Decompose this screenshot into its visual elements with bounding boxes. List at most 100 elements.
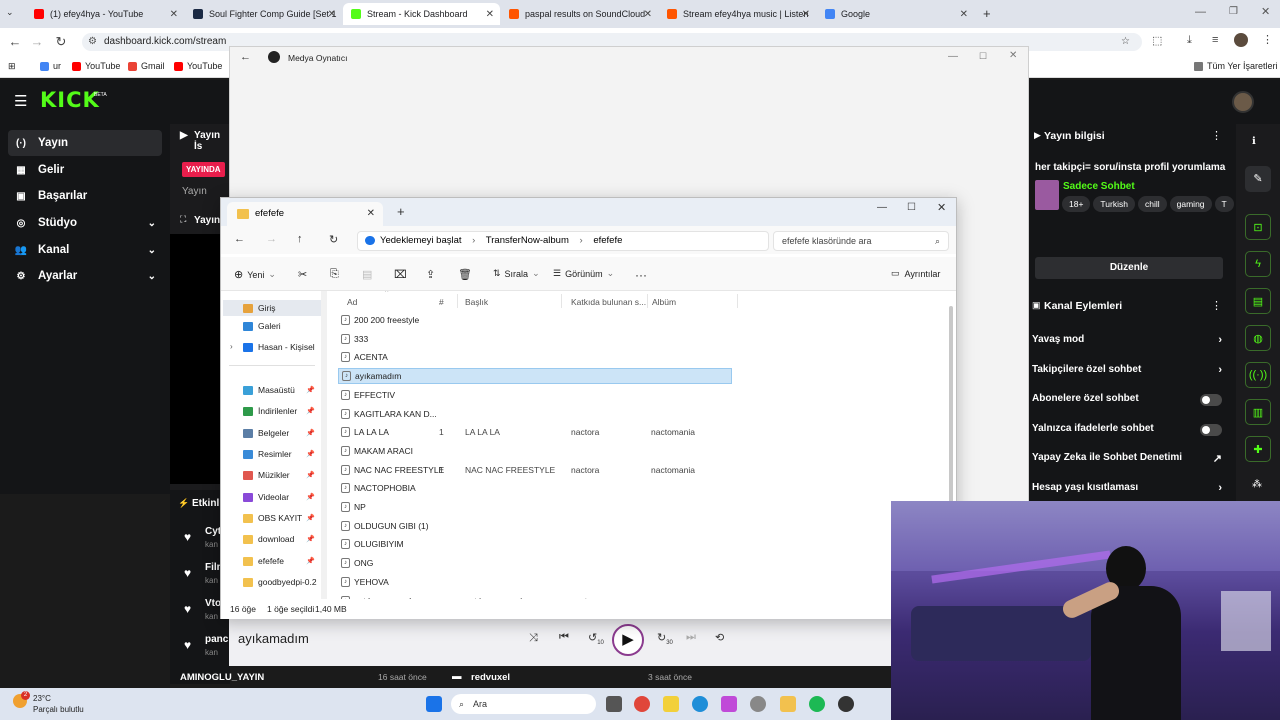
more-options-icon[interactable]: ··· [635, 268, 647, 282]
explorer-tab[interactable]: efefefe ✕ [227, 202, 383, 226]
explorer-up-icon[interactable]: ↑ [297, 233, 303, 245]
browser-tab[interactable]: Google ✕ [817, 3, 974, 25]
apps-icon[interactable]: ⊞ [8, 61, 16, 72]
breadcrumb-item[interactable]: TransferNow-album [486, 235, 569, 246]
nav-item[interactable]: Belgeler 📌 [243, 428, 315, 438]
next-icon[interactable]: ⏭ [686, 631, 696, 644]
chat-icon[interactable]: ◍ [1245, 325, 1271, 351]
tag-chip[interactable]: gaming [1169, 196, 1212, 212]
kick-logo[interactable]: KICK [40, 88, 100, 112]
view-button[interactable]: ☰ Görünüm ⌄ [553, 268, 614, 279]
explorer-forward-icon[interactable]: → [266, 233, 277, 245]
tab-search-icon[interactable]: ⌄ [6, 7, 14, 18]
layout-icon[interactable]: ▥ [1245, 399, 1271, 425]
steam-icon[interactable] [750, 696, 766, 712]
shuffle-icon[interactable]: ⤨ [529, 632, 538, 645]
skip-forward-icon[interactable]: ↻30 [657, 631, 673, 646]
hamburger-icon[interactable]: ☰ [14, 92, 27, 110]
bookmark-4[interactable]: YouTube [174, 61, 222, 71]
file-row[interactable]: ♪ MAKAM ARACI [338, 443, 732, 459]
close-icon[interactable]: ✕ [1261, 5, 1270, 18]
sidebar-item-4[interactable]: 👥 Kanal ⌄ [8, 237, 162, 263]
spotify-icon[interactable] [809, 696, 825, 712]
sidebar-item-5[interactable]: ⚙ Ayarlar ⌄ [8, 263, 162, 289]
note-icon[interactable]: ▤ [1245, 288, 1271, 314]
category-name[interactable]: Sadece Sohbet [1063, 181, 1135, 192]
file-row[interactable]: ♪ LA LA LA 1 LA LA LA nactora nactomania [338, 424, 732, 440]
media-control-icon[interactable]: ≡ [1212, 34, 1218, 46]
browser-tab[interactable]: Soul Fighter Comp Guide [Set 1 ✕ [185, 3, 342, 25]
tab-close-icon[interactable]: ✕ [644, 9, 652, 20]
profile-avatar[interactable] [1234, 33, 1248, 47]
chrome-icon[interactable] [634, 696, 650, 712]
tag-chip[interactable]: Turkish [1093, 196, 1135, 212]
file-row[interactable]: ♪ OLUGIBIYIM [338, 536, 732, 552]
back-icon[interactable]: ← [6, 34, 24, 49]
clip-icon[interactable]: ⊡ [1245, 214, 1271, 240]
bookmark-3[interactable]: Gmail [128, 61, 165, 71]
nav-item[interactable]: İndirilenler 📌 [243, 406, 315, 416]
toggle-switch[interactable] [1200, 394, 1222, 406]
copy-icon[interactable]: ⎘ [330, 268, 339, 281]
file-row[interactable]: ♪ 333 [338, 331, 732, 347]
rename-icon[interactable]: ⌧ [394, 268, 407, 281]
breadcrumb[interactable]: Yedeklemeyi başlat › TransferNow-album ›… [357, 231, 769, 251]
bookmark-star-icon[interactable]: ☆ [1121, 33, 1130, 51]
sticky-notes-icon[interactable] [663, 696, 679, 712]
tag-chip[interactable]: T [1214, 196, 1234, 212]
file-row[interactable]: ♪ NP [338, 499, 732, 515]
panel-menu-icon[interactable]: ⋮ [1211, 129, 1222, 142]
sort-button[interactable]: ⇅ Sırala ⌄ [493, 268, 540, 279]
sidebar-item-1[interactable]: ▦ Gelir [8, 157, 162, 183]
edit-button[interactable]: Düzenle [1035, 257, 1223, 279]
nav-item[interactable]: Videolar 📌 [243, 492, 315, 502]
browser-tab[interactable]: Stream - Kick Dashboard ✕ [343, 3, 500, 25]
channel-action-row[interactable]: Yalnızca ifadelerle sohbet [1032, 423, 1232, 437]
browser-tab[interactable]: Stream efey4hya music | Listen ✕ [659, 3, 816, 25]
explorer-new-tab-icon[interactable]: + [397, 204, 405, 219]
file-row[interactable]: ♪ NACTOPHOBIA [338, 480, 732, 496]
sidebar-item-2[interactable]: ▣ Başarılar [8, 183, 162, 209]
tab-close-icon[interactable]: ✕ [328, 9, 336, 20]
tab-close-icon[interactable]: ✕ [367, 202, 375, 226]
channel-action-row[interactable]: Hesap yaşı kısıtlaması › [1032, 482, 1232, 496]
toggle-switch[interactable] [1200, 423, 1222, 436]
nav-item[interactable]: Masaüstü 📌 [243, 385, 315, 395]
cut-icon[interactable]: ✂ [298, 268, 307, 281]
repeat-icon[interactable]: ⟲ [715, 631, 724, 644]
file-row[interactable]: ♪ ACENTA [338, 349, 732, 365]
file-row[interactable]: ♪ 200 200 freestyle [338, 312, 732, 328]
file-row[interactable]: ♪ EFFECTIV [338, 387, 732, 403]
details-button[interactable]: ▭ Ayrıntılar [891, 268, 940, 279]
broadcast-icon[interactable]: ((·)) [1245, 362, 1271, 388]
file-row[interactable]: ♪ ONG [338, 555, 732, 571]
breadcrumb-item[interactable]: efefefe [593, 235, 622, 246]
bookmark-1[interactable]: ur [40, 61, 61, 71]
tag-chip[interactable]: chill [1137, 196, 1167, 212]
column-header[interactable]: Ad [347, 297, 357, 307]
media-player-taskbar-icon[interactable] [838, 696, 854, 712]
nav-item[interactable]: › Hasan - Kişisel [230, 342, 315, 352]
sidebar-item-3[interactable]: ◎ Stüdyo ⌄ [8, 210, 162, 236]
bolt-icon[interactable]: ϟ [1245, 251, 1271, 277]
tab-close-icon[interactable]: ✕ [486, 9, 494, 20]
file-row[interactable]: ♪ OLDUGUN GIBI (1) [338, 518, 732, 534]
pencil-icon[interactable]: ✎ [1245, 166, 1271, 192]
column-header[interactable]: Katkıda bulunan s... [571, 297, 646, 307]
explorer-close-icon[interactable]: ✕ [937, 201, 946, 214]
nav-item[interactable]: efefefe 📌 [243, 556, 315, 566]
explorer-search-input[interactable]: efefefe klasöründe ara ⌕ [773, 231, 949, 251]
channel-action-row[interactable]: Abonelere özel sohbet [1032, 393, 1232, 407]
forward-icon[interactable]: → [28, 34, 46, 49]
column-header[interactable]: Albüm [652, 297, 676, 307]
new-button[interactable]: ⊕ Yeni ⌄ [234, 268, 276, 281]
nav-item[interactable]: Galeri [243, 321, 281, 331]
taskbar-search[interactable]: ⌕ Ara [451, 694, 596, 714]
bookmark-2[interactable]: YouTube [72, 61, 120, 71]
nav-item[interactable]: Giriş [223, 300, 321, 316]
info-rail-icon[interactable]: ℹ [1252, 136, 1256, 147]
channel-action-row[interactable]: Yavaş mod › [1032, 334, 1232, 348]
tab-close-icon[interactable]: ✕ [170, 9, 178, 20]
delete-icon[interactable]: 🗑 [458, 268, 472, 281]
category-thumbnail[interactable] [1035, 180, 1059, 210]
